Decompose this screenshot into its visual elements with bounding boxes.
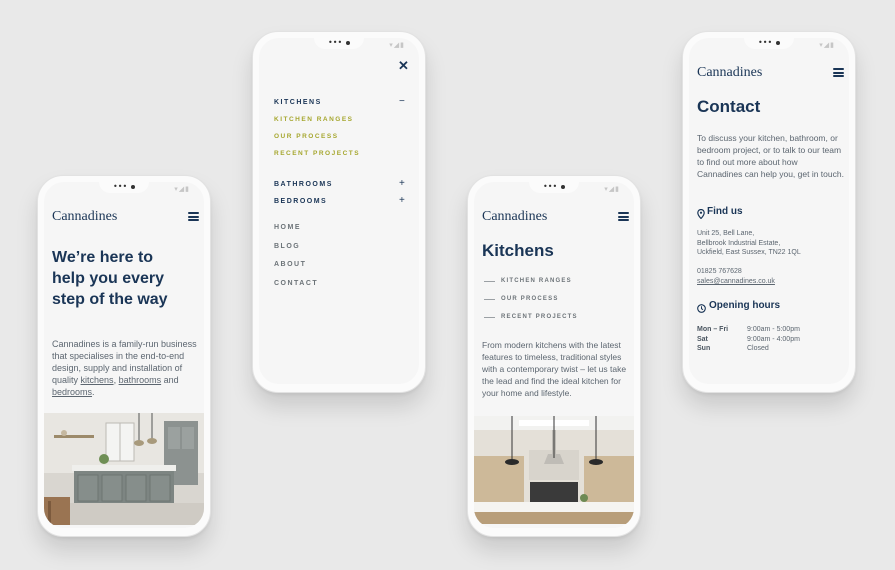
subnav-recent-projects[interactable]: RECENT PROJECTS	[501, 314, 578, 320]
opening-hours-heading: Opening hours	[709, 300, 781, 311]
kitchens-link[interactable]: kitchens	[81, 375, 114, 385]
address: Unit 25, Bell Lane, Bellbrook Industrial…	[697, 230, 801, 256]
divider	[484, 281, 495, 282]
expand-icon[interactable]: +	[399, 178, 405, 189]
phone-home-screen: ••• ▾◢▮ Cannadines We’re here to help yo…	[44, 182, 204, 528]
nav-kitchens[interactable]: KITCHENS	[274, 99, 322, 106]
subnav-our-process[interactable]: OUR PROCESS	[501, 296, 559, 302]
status-icons: ▾◢▮	[819, 41, 835, 49]
page-headline: We’re here to help you every step of the…	[52, 249, 168, 308]
nav-bedrooms[interactable]: BEDROOMS	[274, 198, 327, 205]
divider	[484, 317, 495, 318]
phone-number[interactable]: 01825 767628	[697, 267, 742, 277]
nav-our-process[interactable]: OUR PROCESS	[274, 133, 339, 140]
bathrooms-link[interactable]: bathrooms	[119, 375, 162, 385]
nav-recent-projects[interactable]: RECENT PROJECTS	[274, 150, 360, 157]
find-us-heading: Find us	[707, 206, 743, 217]
hours-row: Mon – Fri 9:00am - 5:00pm	[697, 326, 800, 333]
close-icon[interactable]: ✕	[398, 58, 409, 74]
nav-blog[interactable]: BLOG	[274, 243, 300, 250]
phone-home: ••• ▾◢▮ Cannadines We’re here to help yo…	[37, 175, 211, 537]
kitchen-photo	[44, 413, 204, 525]
page-title: Contact	[697, 97, 761, 116]
phone-kitchens: ••• ▾◢▮ Cannadines Kitchens KITCHEN RANG…	[467, 175, 641, 537]
hamburger-menu-icon[interactable]	[188, 212, 199, 221]
phone-menu-screen: ••• ▾◢▮ ✕ KITCHENS − KITCHEN RANGES OUR …	[259, 38, 419, 384]
expand-icon[interactable]: +	[399, 195, 405, 206]
status-icons: ▾◢▮	[389, 41, 405, 49]
camera	[561, 185, 565, 189]
nav-home[interactable]: HOME	[274, 224, 301, 231]
contact-paragraph: To discuss your kitchen, bathroom, or be…	[697, 133, 844, 179]
kitchen-photo	[474, 416, 634, 524]
phone-menu: ••• ▾◢▮ ✕ KITCHENS − KITCHEN RANGES OUR …	[252, 31, 426, 393]
location-pin-icon	[697, 206, 705, 224]
divider	[484, 299, 495, 300]
brand-logo[interactable]: Cannadines	[697, 65, 762, 81]
hamburger-menu-icon[interactable]	[618, 212, 629, 221]
bedrooms-link[interactable]: bedrooms	[52, 387, 92, 397]
hours-table: Mon – Fri 9:00am - 5:00pm Sat 9:00am - 4:0…	[697, 325, 837, 354]
nav-about[interactable]: ABOUT	[274, 261, 306, 268]
intro-paragraph: Cannadines is a family-run business that…	[52, 339, 197, 397]
hours-row: Sat 9:00am - 4:00pm	[697, 335, 800, 343]
clock-icon	[697, 300, 706, 318]
nav-bathrooms[interactable]: BATHROOMS	[274, 181, 333, 188]
nav-contact[interactable]: CONTACT	[274, 280, 318, 287]
nav-kitchen-ranges[interactable]: KITCHEN RANGES	[274, 116, 354, 123]
brand-logo[interactable]: Cannadines	[482, 209, 547, 225]
intro-paragraph: From modern kitchens with the latest fea…	[482, 340, 627, 398]
camera	[776, 41, 780, 45]
notch: •••	[744, 38, 794, 49]
collapse-icon[interactable]: −	[399, 96, 405, 107]
notch: •••	[529, 182, 579, 193]
subnav-kitchen-ranges[interactable]: KITCHEN RANGES	[501, 278, 572, 284]
status-icons: ▾◢▮	[604, 185, 620, 193]
page-title: Kitchens	[482, 241, 554, 260]
hamburger-menu-icon[interactable]	[833, 68, 844, 77]
phone-kitchens-screen: ••• ▾◢▮ Cannadines Kitchens KITCHEN RANG…	[474, 182, 634, 528]
email-link[interactable]: sales@cannadines.co.uk	[697, 277, 775, 287]
notch: •••	[99, 182, 149, 193]
camera	[131, 185, 135, 189]
hours-row: Sun Closed	[697, 345, 769, 352]
phone-contact: ••• ▾◢▮ Cannadines Contact To discuss yo…	[682, 31, 856, 393]
status-icons: ▾◢▮	[174, 185, 190, 193]
notch: •••	[314, 38, 364, 49]
camera	[346, 41, 350, 45]
brand-logo[interactable]: Cannadines	[52, 209, 117, 225]
phone-contact-screen: ••• ▾◢▮ Cannadines Contact To discuss yo…	[689, 38, 849, 384]
